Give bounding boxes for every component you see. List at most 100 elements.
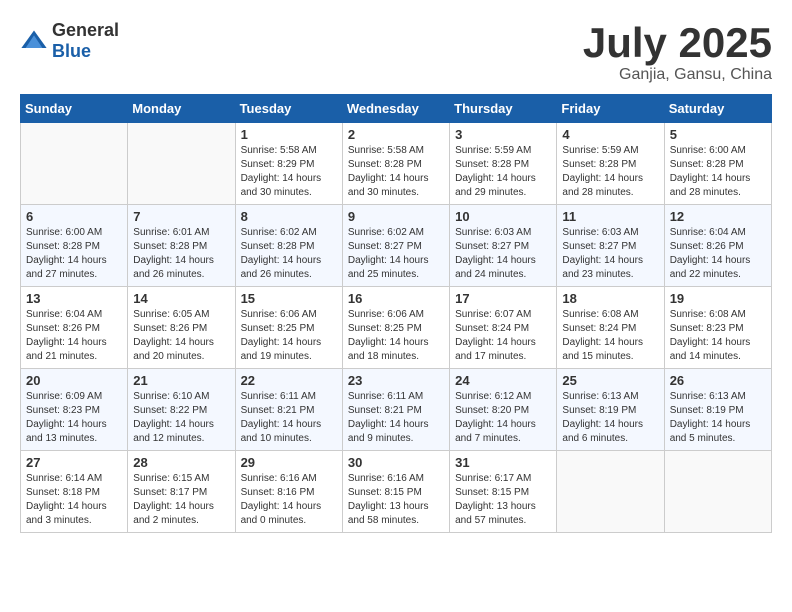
calendar-day-cell: 31Sunrise: 6:17 AM Sunset: 8:15 PM Dayli… <box>450 451 557 533</box>
calendar-day-cell: 17Sunrise: 6:07 AM Sunset: 8:24 PM Dayli… <box>450 287 557 369</box>
day-info: Sunrise: 6:14 AM Sunset: 8:18 PM Dayligh… <box>26 472 122 528</box>
calendar-day-cell: 28 Sunrise: 6:15 AM Sunset: 8:17 PM Dayli… <box>128 451 235 533</box>
calendar-day-cell: 3 Sunrise: 5:59 AM Sunset: 8:28 PM Daylig… <box>450 123 557 205</box>
weekday-header-friday: Friday <box>557 95 664 123</box>
day-info: Sunrise: 6:08 AM Sunset: 8:23 PM Dayligh… <box>670 308 766 364</box>
weekday-header-monday: Monday <box>128 95 235 123</box>
day-info: Sunrise: 5:59 AM Sunset: 8:28 PM Dayligh… <box>455 144 551 200</box>
day-info: Sunrise: 6:11 AM Sunset: 8:21 PM Dayligh… <box>348 390 444 446</box>
calendar-day-cell <box>128 123 235 205</box>
calendar-week-row: 13 Sunrise: 6:04 AM Sunset: 8:26 PM Dayli… <box>21 287 772 369</box>
calendar-week-row: 27 Sunrise: 6:14 AM Sunset: 8:18 PM Dayli… <box>21 451 772 533</box>
calendar-day-cell <box>557 451 664 533</box>
day-info: Sunrise: 6:06 AM Sunset: 8:25 PM Dayligh… <box>241 308 337 364</box>
calendar-day-cell: 7 Sunrise: 6:01 AM Sunset: 8:28 PM Daylig… <box>128 205 235 287</box>
day-info: Sunrise: 6:04 AM Sunset: 8:26 PM Dayligh… <box>670 226 766 282</box>
day-number: 22 <box>241 373 337 388</box>
day-number: 1 <box>241 127 337 142</box>
day-info: Sunrise: 6:01 AM Sunset: 8:28 PM Dayligh… <box>133 226 229 282</box>
calendar-day-cell: 30Sunrise: 6:16 AM Sunset: 8:15 PM Dayli… <box>342 451 449 533</box>
calendar-week-row: 20 Sunrise: 6:09 AM Sunset: 8:23 PM Dayli… <box>21 369 772 451</box>
day-number: 28 <box>133 455 229 470</box>
day-info: Sunrise: 6:02 AM Sunset: 8:28 PM Dayligh… <box>241 226 337 282</box>
day-info: Sunrise: 5:58 AM Sunset: 8:28 PM Dayligh… <box>348 144 444 200</box>
calendar-header-row: SundayMondayTuesdayWednesdayThursdayFrid… <box>21 95 772 123</box>
day-info: Sunrise: 6:12 AM Sunset: 8:20 PM Dayligh… <box>455 390 551 446</box>
day-number: 4 <box>562 127 658 142</box>
day-info: Sunrise: 5:58 AM Sunset: 8:29 PM Dayligh… <box>241 144 337 200</box>
calendar-week-row: 6 Sunrise: 6:00 AM Sunset: 8:28 PM Daylig… <box>21 205 772 287</box>
calendar-day-cell: 9 Sunrise: 6:02 AM Sunset: 8:27 PM Daylig… <box>342 205 449 287</box>
day-info: Sunrise: 6:09 AM Sunset: 8:23 PM Dayligh… <box>26 390 122 446</box>
day-number: 20 <box>26 373 122 388</box>
calendar-day-cell: 25 Sunrise: 6:13 AM Sunset: 8:19 PM Dayli… <box>557 369 664 451</box>
calendar-day-cell: 19 Sunrise: 6:08 AM Sunset: 8:23 PM Dayli… <box>664 287 771 369</box>
calendar-day-cell: 11 Sunrise: 6:03 AM Sunset: 8:27 PM Dayli… <box>557 205 664 287</box>
calendar-day-cell: 15Sunrise: 6:06 AM Sunset: 8:25 PM Dayli… <box>235 287 342 369</box>
weekday-header-tuesday: Tuesday <box>235 95 342 123</box>
day-info: Sunrise: 6:10 AM Sunset: 8:22 PM Dayligh… <box>133 390 229 446</box>
day-number: 9 <box>348 209 444 224</box>
day-info: Sunrise: 6:00 AM Sunset: 8:28 PM Dayligh… <box>26 226 122 282</box>
day-info: Sunrise: 6:13 AM Sunset: 8:19 PM Dayligh… <box>670 390 766 446</box>
weekday-header-thursday: Thursday <box>450 95 557 123</box>
calendar-day-cell: 21 Sunrise: 6:10 AM Sunset: 8:22 PM Dayli… <box>128 369 235 451</box>
calendar-day-cell: 29 Sunrise: 6:16 AM Sunset: 8:16 PM Dayli… <box>235 451 342 533</box>
day-number: 29 <box>241 455 337 470</box>
title-section: July 2025 Ganjia, Gansu, China <box>583 20 772 84</box>
day-info: Sunrise: 6:03 AM Sunset: 8:27 PM Dayligh… <box>562 226 658 282</box>
calendar-day-cell: 26Sunrise: 6:13 AM Sunset: 8:19 PM Dayli… <box>664 369 771 451</box>
calendar-day-cell <box>21 123 128 205</box>
day-number: 5 <box>670 127 766 142</box>
day-info: Sunrise: 6:04 AM Sunset: 8:26 PM Dayligh… <box>26 308 122 364</box>
day-number: 25 <box>562 373 658 388</box>
calendar-day-cell: 2 Sunrise: 5:58 AM Sunset: 8:28 PM Daylig… <box>342 123 449 205</box>
day-number: 24 <box>455 373 551 388</box>
calendar-table: SundayMondayTuesdayWednesdayThursdayFrid… <box>20 94 772 533</box>
logo-icon <box>20 27 48 55</box>
day-number: 11 <box>562 209 658 224</box>
day-number: 6 <box>26 209 122 224</box>
day-info: Sunrise: 6:00 AM Sunset: 8:28 PM Dayligh… <box>670 144 766 200</box>
day-number: 2 <box>348 127 444 142</box>
day-number: 13 <box>26 291 122 306</box>
day-info: Sunrise: 6:11 AM Sunset: 8:21 PM Dayligh… <box>241 390 337 446</box>
calendar-week-row: 1 Sunrise: 5:58 AM Sunset: 8:29 PM Daylig… <box>21 123 772 205</box>
calendar-day-cell: 1 Sunrise: 5:58 AM Sunset: 8:29 PM Daylig… <box>235 123 342 205</box>
day-info: Sunrise: 6:07 AM Sunset: 8:24 PM Dayligh… <box>455 308 551 364</box>
day-number: 18 <box>562 291 658 306</box>
day-number: 23 <box>348 373 444 388</box>
day-info: Sunrise: 6:17 AM Sunset: 8:15 PM Dayligh… <box>455 472 551 528</box>
day-info: Sunrise: 6:13 AM Sunset: 8:19 PM Dayligh… <box>562 390 658 446</box>
logo-general-text: General <box>52 20 119 40</box>
day-info: Sunrise: 6:05 AM Sunset: 8:26 PM Dayligh… <box>133 308 229 364</box>
day-info: Sunrise: 6:08 AM Sunset: 8:24 PM Dayligh… <box>562 308 658 364</box>
day-info: Sunrise: 5:59 AM Sunset: 8:28 PM Dayligh… <box>562 144 658 200</box>
location-title: Ganjia, Gansu, China <box>583 66 772 84</box>
day-number: 7 <box>133 209 229 224</box>
calendar-day-cell: 10Sunrise: 6:03 AM Sunset: 8:27 PM Dayli… <box>450 205 557 287</box>
calendar-day-cell: 12 Sunrise: 6:04 AM Sunset: 8:26 PM Dayli… <box>664 205 771 287</box>
calendar-day-cell: 5 Sunrise: 6:00 AM Sunset: 8:28 PM Daylig… <box>664 123 771 205</box>
day-number: 8 <box>241 209 337 224</box>
calendar-day-cell: 16 Sunrise: 6:06 AM Sunset: 8:25 PM Dayli… <box>342 287 449 369</box>
day-info: Sunrise: 6:06 AM Sunset: 8:25 PM Dayligh… <box>348 308 444 364</box>
calendar-day-cell: 22 Sunrise: 6:11 AM Sunset: 8:21 PM Dayli… <box>235 369 342 451</box>
calendar-day-cell: 24 Sunrise: 6:12 AM Sunset: 8:20 PM Dayli… <box>450 369 557 451</box>
day-info: Sunrise: 6:16 AM Sunset: 8:16 PM Dayligh… <box>241 472 337 528</box>
calendar-day-cell: 4 Sunrise: 5:59 AM Sunset: 8:28 PM Daylig… <box>557 123 664 205</box>
day-number: 30 <box>348 455 444 470</box>
day-number: 27 <box>26 455 122 470</box>
day-number: 10 <box>455 209 551 224</box>
day-number: 19 <box>670 291 766 306</box>
day-info: Sunrise: 6:02 AM Sunset: 8:27 PM Dayligh… <box>348 226 444 282</box>
weekday-header-wednesday: Wednesday <box>342 95 449 123</box>
day-number: 16 <box>348 291 444 306</box>
day-info: Sunrise: 6:15 AM Sunset: 8:17 PM Dayligh… <box>133 472 229 528</box>
day-number: 3 <box>455 127 551 142</box>
calendar-day-cell <box>664 451 771 533</box>
day-number: 21 <box>133 373 229 388</box>
day-number: 12 <box>670 209 766 224</box>
day-number: 14 <box>133 291 229 306</box>
calendar-day-cell: 6 Sunrise: 6:00 AM Sunset: 8:28 PM Daylig… <box>21 205 128 287</box>
